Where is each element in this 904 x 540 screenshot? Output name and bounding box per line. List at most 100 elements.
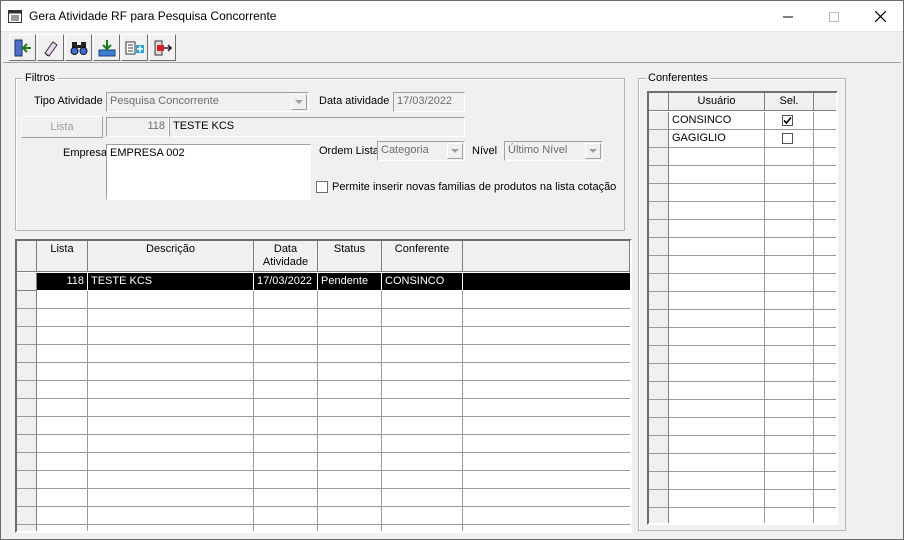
sel-cell[interactable] bbox=[765, 274, 814, 292]
table-cell-data[interactable] bbox=[254, 507, 318, 525]
sel-cell[interactable] bbox=[765, 292, 814, 310]
tipo-atividade-select[interactable]: Pesquisa Concorrente bbox=[106, 92, 309, 112]
row-indicator[interactable] bbox=[649, 274, 669, 292]
minimize-button[interactable] bbox=[765, 1, 811, 32]
row-indicator[interactable] bbox=[649, 472, 669, 490]
table-cell-status[interactable] bbox=[318, 327, 382, 345]
table-cell-lista[interactable] bbox=[37, 471, 88, 489]
table-cell-data[interactable] bbox=[254, 525, 318, 531]
row-indicator[interactable] bbox=[649, 202, 669, 220]
row-indicator[interactable] bbox=[17, 309, 37, 327]
table-cell-data[interactable]: 17/03/2022 bbox=[254, 273, 318, 291]
import-button[interactable] bbox=[93, 34, 120, 61]
table-cell-lista[interactable] bbox=[37, 453, 88, 471]
table-cell-data[interactable] bbox=[254, 309, 318, 327]
usuario-cell[interactable] bbox=[669, 166, 765, 184]
table-cell-data[interactable] bbox=[254, 453, 318, 471]
table-cell-descricao[interactable] bbox=[88, 489, 254, 507]
table-cell-status[interactable] bbox=[318, 345, 382, 363]
table-cell-status[interactable] bbox=[318, 435, 382, 453]
usuario-cell[interactable] bbox=[669, 472, 765, 490]
row-indicator[interactable] bbox=[649, 508, 669, 523]
table-cell-status[interactable] bbox=[318, 525, 382, 531]
column-header[interactable]: Sel. bbox=[765, 93, 814, 111]
usuario-cell[interactable] bbox=[669, 508, 765, 523]
table-cell-lista[interactable] bbox=[37, 345, 88, 363]
row-indicator[interactable] bbox=[649, 382, 669, 400]
usuario-cell[interactable]: GAGIGLIO bbox=[669, 130, 765, 148]
export-button[interactable] bbox=[149, 34, 176, 61]
table-cell-conferente[interactable] bbox=[382, 453, 463, 471]
table-cell-status[interactable] bbox=[318, 381, 382, 399]
row-indicator[interactable] bbox=[649, 490, 669, 508]
data-atividade-field[interactable]: 17/03/2022 bbox=[393, 92, 465, 112]
table-cell-conferente[interactable] bbox=[382, 381, 463, 399]
table-cell-lista[interactable] bbox=[37, 399, 88, 417]
row-indicator[interactable] bbox=[649, 220, 669, 238]
sel-cell[interactable] bbox=[765, 400, 814, 418]
table-cell-descricao[interactable] bbox=[88, 525, 254, 531]
table-cell-conferente[interactable] bbox=[382, 363, 463, 381]
table-cell-descricao[interactable] bbox=[88, 417, 254, 435]
table-cell-data[interactable] bbox=[254, 381, 318, 399]
row-indicator[interactable] bbox=[649, 346, 669, 364]
table-cell-data[interactable] bbox=[254, 327, 318, 345]
row-indicator[interactable] bbox=[17, 363, 37, 381]
nivel-select[interactable]: Último Nível bbox=[504, 141, 603, 161]
sel-cell[interactable] bbox=[765, 310, 814, 328]
table-cell-status[interactable] bbox=[318, 363, 382, 381]
sel-cell[interactable] bbox=[765, 346, 814, 364]
column-header[interactable]: Lista bbox=[37, 241, 88, 272]
row-indicator[interactable] bbox=[17, 327, 37, 345]
table-cell-data[interactable] bbox=[254, 471, 318, 489]
sel-cell[interactable] bbox=[765, 256, 814, 274]
table-cell-descricao[interactable] bbox=[88, 453, 254, 471]
lista-button[interactable]: Lista bbox=[21, 116, 103, 138]
row-indicator[interactable] bbox=[17, 381, 37, 399]
sel-cell[interactable] bbox=[765, 472, 814, 490]
table-cell-data[interactable] bbox=[254, 291, 318, 309]
chevron-down-icon[interactable] bbox=[585, 143, 601, 159]
clear-button[interactable] bbox=[37, 34, 64, 61]
row-indicator[interactable] bbox=[649, 310, 669, 328]
row-indicator[interactable] bbox=[649, 256, 669, 274]
table-cell-lista[interactable] bbox=[37, 417, 88, 435]
table-cell-data[interactable] bbox=[254, 345, 318, 363]
table-cell-data[interactable] bbox=[254, 363, 318, 381]
table-cell-status[interactable] bbox=[318, 507, 382, 525]
table-cell-status[interactable] bbox=[318, 453, 382, 471]
usuario-cell[interactable] bbox=[669, 418, 765, 436]
table-cell-lista[interactable] bbox=[37, 381, 88, 399]
row-indicator[interactable] bbox=[649, 112, 669, 130]
sel-cell[interactable] bbox=[765, 220, 814, 238]
row-indicator[interactable] bbox=[649, 328, 669, 346]
chevron-down-icon[interactable] bbox=[291, 94, 307, 110]
usuario-cell[interactable] bbox=[669, 202, 765, 220]
usuario-cell[interactable] bbox=[669, 292, 765, 310]
table-cell-conferente[interactable] bbox=[382, 417, 463, 435]
table-cell-descricao[interactable] bbox=[88, 309, 254, 327]
table-cell-descricao[interactable] bbox=[88, 399, 254, 417]
permite-checkbox[interactable] bbox=[316, 181, 328, 193]
exit-button[interactable] bbox=[9, 34, 36, 61]
sel-cell[interactable] bbox=[765, 130, 814, 148]
table-cell-conferente[interactable]: CONSINCO bbox=[382, 273, 463, 291]
table-cell-data[interactable] bbox=[254, 399, 318, 417]
maximize-button[interactable] bbox=[811, 1, 857, 32]
sel-cell[interactable] bbox=[765, 166, 814, 184]
usuario-cell[interactable] bbox=[669, 382, 765, 400]
usuario-cell[interactable] bbox=[669, 238, 765, 256]
sel-cell[interactable] bbox=[765, 202, 814, 220]
table-cell-conferente[interactable] bbox=[382, 345, 463, 363]
usuario-cell[interactable] bbox=[669, 148, 765, 166]
activities-grid[interactable]: Lista Descrição Data Atividade Status Confer… bbox=[15, 239, 632, 533]
row-indicator[interactable] bbox=[17, 399, 37, 417]
table-cell-data[interactable] bbox=[254, 489, 318, 507]
sel-checkbox[interactable] bbox=[782, 133, 793, 144]
row-indicator[interactable] bbox=[649, 238, 669, 256]
generate-button[interactable] bbox=[121, 34, 148, 61]
table-cell-descricao[interactable] bbox=[88, 381, 254, 399]
column-header[interactable]: Usuário bbox=[669, 93, 765, 111]
sel-cell[interactable] bbox=[765, 454, 814, 472]
sel-cell[interactable] bbox=[765, 418, 814, 436]
